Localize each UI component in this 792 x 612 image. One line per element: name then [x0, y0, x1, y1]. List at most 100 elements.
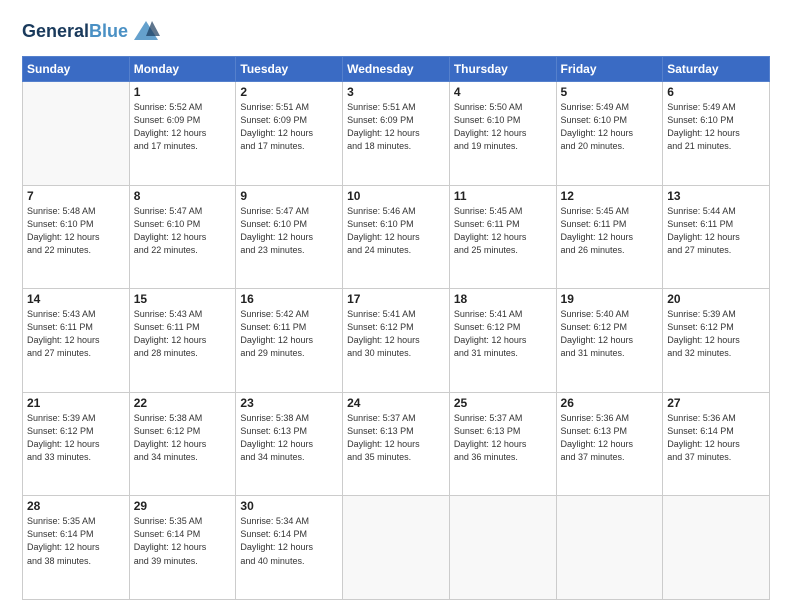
day-number: 5 — [561, 85, 659, 99]
calendar-cell: 4 Sunrise: 5:50 AM Sunset: 6:10 PM Daylig… — [449, 82, 556, 186]
calendar-cell: 17 Sunrise: 5:41 AM Sunset: 6:12 PM Dayli… — [343, 289, 450, 393]
day-number: 21 — [27, 396, 125, 410]
day-info: Sunrise: 5:48 AM Sunset: 6:10 PM Dayligh… — [27, 205, 125, 257]
calendar-week-row: 14 Sunrise: 5:43 AM Sunset: 6:11 PM Dayli… — [23, 289, 770, 393]
calendar-cell: 23 Sunrise: 5:38 AM Sunset: 6:13 PM Dayli… — [236, 392, 343, 496]
calendar-cell: 10Sunrise: 5:46 AM Sunset: 6:10 PM Dayli… — [343, 185, 450, 289]
day-info: Sunrise: 5:46 AM Sunset: 6:10 PM Dayligh… — [347, 205, 445, 257]
calendar-cell: 30 Sunrise: 5:34 AM Sunset: 6:14 PM Dayli… — [236, 496, 343, 600]
day-info: Sunrise: 5:37 AM Sunset: 6:13 PM Dayligh… — [454, 412, 552, 464]
day-info: Sunrise: 5:45 AM Sunset: 6:11 PM Dayligh… — [454, 205, 552, 257]
calendar-cell: 27 Sunrise: 5:36 AM Sunset: 6:14 PM Dayli… — [663, 392, 770, 496]
day-number: 6 — [667, 85, 765, 99]
day-number: 27 — [667, 396, 765, 410]
day-info: Sunrise: 5:45 AM Sunset: 6:11 PM Dayligh… — [561, 205, 659, 257]
day-number: 17 — [347, 292, 445, 306]
calendar-cell: 2Sunrise: 5:51 AM Sunset: 6:09 PM Daylig… — [236, 82, 343, 186]
day-info: Sunrise: 5:51 AM Sunset: 6:09 PM Dayligh… — [347, 101, 445, 153]
calendar-cell: 7 Sunrise: 5:48 AM Sunset: 6:10 PM Daylig… — [23, 185, 130, 289]
day-number: 8 — [134, 189, 232, 203]
day-info: Sunrise: 5:38 AM Sunset: 6:13 PM Dayligh… — [240, 412, 338, 464]
calendar-cell: 15 Sunrise: 5:43 AM Sunset: 6:11 PM Dayli… — [129, 289, 236, 393]
day-number: 9 — [240, 189, 338, 203]
calendar-cell: 12Sunrise: 5:45 AM Sunset: 6:11 PM Dayli… — [556, 185, 663, 289]
calendar-cell: 24 Sunrise: 5:37 AM Sunset: 6:13 PM Dayli… — [343, 392, 450, 496]
day-number: 20 — [667, 292, 765, 306]
day-info: Sunrise: 5:40 AM Sunset: 6:12 PM Dayligh… — [561, 308, 659, 360]
page: GeneralBlue SundayMondayTuesdayWednesday… — [0, 0, 792, 612]
day-info: Sunrise: 5:36 AM Sunset: 6:13 PM Dayligh… — [561, 412, 659, 464]
calendar-cell: 25 Sunrise: 5:37 AM Sunset: 6:13 PM Dayli… — [449, 392, 556, 496]
day-number: 13 — [667, 189, 765, 203]
day-info: Sunrise: 5:37 AM Sunset: 6:13 PM Dayligh… — [347, 412, 445, 464]
calendar-week-row: 28 Sunrise: 5:35 AM Sunset: 6:14 PM Dayli… — [23, 496, 770, 600]
calendar-cell: 11Sunrise: 5:45 AM Sunset: 6:11 PM Dayli… — [449, 185, 556, 289]
weekday-header-tuesday: Tuesday — [236, 57, 343, 82]
day-info: Sunrise: 5:42 AM Sunset: 6:11 PM Dayligh… — [240, 308, 338, 360]
logo: GeneralBlue — [22, 18, 160, 46]
calendar-cell — [449, 496, 556, 600]
calendar-cell: 5 Sunrise: 5:49 AM Sunset: 6:10 PM Daylig… — [556, 82, 663, 186]
calendar-cell: 20 Sunrise: 5:39 AM Sunset: 6:12 PM Dayli… — [663, 289, 770, 393]
day-number: 23 — [240, 396, 338, 410]
day-info: Sunrise: 5:36 AM Sunset: 6:14 PM Dayligh… — [667, 412, 765, 464]
day-number: 26 — [561, 396, 659, 410]
logo-text: GeneralBlue — [22, 22, 128, 42]
calendar-cell: 28 Sunrise: 5:35 AM Sunset: 6:14 PM Dayli… — [23, 496, 130, 600]
calendar-cell — [663, 496, 770, 600]
calendar-cell: 16Sunrise: 5:42 AM Sunset: 6:11 PM Dayli… — [236, 289, 343, 393]
day-info: Sunrise: 5:44 AM Sunset: 6:11 PM Dayligh… — [667, 205, 765, 257]
weekday-header-monday: Monday — [129, 57, 236, 82]
day-info: Sunrise: 5:41 AM Sunset: 6:12 PM Dayligh… — [347, 308, 445, 360]
day-number: 15 — [134, 292, 232, 306]
calendar-cell: 26 Sunrise: 5:36 AM Sunset: 6:13 PM Dayli… — [556, 392, 663, 496]
day-info: Sunrise: 5:43 AM Sunset: 6:11 PM Dayligh… — [27, 308, 125, 360]
day-number: 1 — [134, 85, 232, 99]
weekday-header-row: SundayMondayTuesdayWednesdayThursdayFrid… — [23, 57, 770, 82]
day-info: Sunrise: 5:35 AM Sunset: 6:14 PM Dayligh… — [27, 515, 125, 567]
day-number: 19 — [561, 292, 659, 306]
weekday-header-saturday: Saturday — [663, 57, 770, 82]
day-number: 24 — [347, 396, 445, 410]
calendar-cell: 19 Sunrise: 5:40 AM Sunset: 6:12 PM Dayli… — [556, 289, 663, 393]
logo-icon — [132, 18, 160, 46]
day-info: Sunrise: 5:47 AM Sunset: 6:10 PM Dayligh… — [240, 205, 338, 257]
day-number: 25 — [454, 396, 552, 410]
weekday-header-friday: Friday — [556, 57, 663, 82]
day-number: 18 — [454, 292, 552, 306]
calendar-cell: 8Sunrise: 5:47 AM Sunset: 6:10 PM Daylig… — [129, 185, 236, 289]
calendar-week-row: 1 Sunrise: 5:52 AM Sunset: 6:09 PM Daylig… — [23, 82, 770, 186]
day-number: 14 — [27, 292, 125, 306]
calendar-cell — [23, 82, 130, 186]
day-info: Sunrise: 5:49 AM Sunset: 6:10 PM Dayligh… — [561, 101, 659, 153]
weekday-header-thursday: Thursday — [449, 57, 556, 82]
day-info: Sunrise: 5:39 AM Sunset: 6:12 PM Dayligh… — [667, 308, 765, 360]
calendar-cell: 13 Sunrise: 5:44 AM Sunset: 6:11 PM Dayli… — [663, 185, 770, 289]
day-number: 3 — [347, 85, 445, 99]
header: GeneralBlue — [22, 18, 770, 46]
calendar-cell — [556, 496, 663, 600]
calendar-cell: 9 Sunrise: 5:47 AM Sunset: 6:10 PM Daylig… — [236, 185, 343, 289]
calendar-table: SundayMondayTuesdayWednesdayThursdayFrid… — [22, 56, 770, 600]
calendar-cell: 3 Sunrise: 5:51 AM Sunset: 6:09 PM Daylig… — [343, 82, 450, 186]
day-info: Sunrise: 5:39 AM Sunset: 6:12 PM Dayligh… — [27, 412, 125, 464]
weekday-header-sunday: Sunday — [23, 57, 130, 82]
day-number: 4 — [454, 85, 552, 99]
day-info: Sunrise: 5:41 AM Sunset: 6:12 PM Dayligh… — [454, 308, 552, 360]
calendar-week-row: 21 Sunrise: 5:39 AM Sunset: 6:12 PM Dayli… — [23, 392, 770, 496]
day-info: Sunrise: 5:50 AM Sunset: 6:10 PM Dayligh… — [454, 101, 552, 153]
calendar-cell: 18 Sunrise: 5:41 AM Sunset: 6:12 PM Dayli… — [449, 289, 556, 393]
day-info: Sunrise: 5:49 AM Sunset: 6:10 PM Dayligh… — [667, 101, 765, 153]
calendar-cell: 29Sunrise: 5:35 AM Sunset: 6:14 PM Dayli… — [129, 496, 236, 600]
day-info: Sunrise: 5:35 AM Sunset: 6:14 PM Dayligh… — [134, 515, 232, 567]
day-number: 28 — [27, 499, 125, 513]
weekday-header-wednesday: Wednesday — [343, 57, 450, 82]
day-info: Sunrise: 5:43 AM Sunset: 6:11 PM Dayligh… — [134, 308, 232, 360]
calendar-cell: 1 Sunrise: 5:52 AM Sunset: 6:09 PM Daylig… — [129, 82, 236, 186]
day-info: Sunrise: 5:34 AM Sunset: 6:14 PM Dayligh… — [240, 515, 338, 567]
day-number: 7 — [27, 189, 125, 203]
day-number: 30 — [240, 499, 338, 513]
calendar-cell: 6 Sunrise: 5:49 AM Sunset: 6:10 PM Daylig… — [663, 82, 770, 186]
calendar-cell: 14 Sunrise: 5:43 AM Sunset: 6:11 PM Dayli… — [23, 289, 130, 393]
day-info: Sunrise: 5:52 AM Sunset: 6:09 PM Dayligh… — [134, 101, 232, 153]
